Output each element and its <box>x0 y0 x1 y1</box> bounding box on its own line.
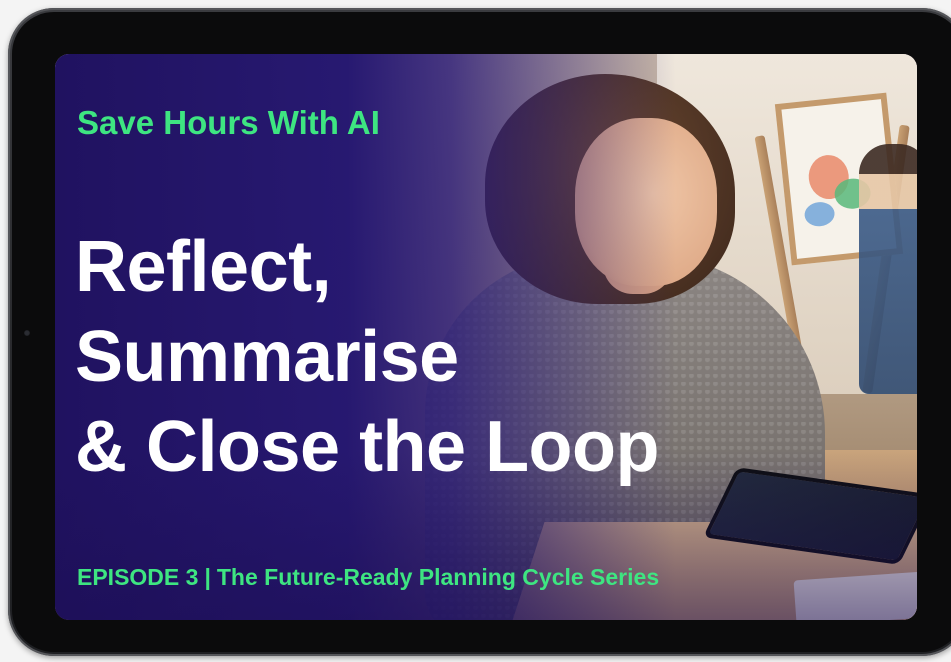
headline-line-1: Reflect, <box>75 227 332 307</box>
series-title: The Future-Ready Planning Cycle Series <box>216 564 660 590</box>
headline-line-3: & Close the Loop <box>75 407 660 487</box>
front-camera-icon <box>24 330 30 336</box>
caption-separator: | <box>204 564 211 590</box>
episode-caption: EPISODE 3 | The Future-Ready Planning Cycl… <box>77 564 659 591</box>
kicker-text: Save Hours With AI <box>77 104 380 141</box>
headline-line-2: Summarise <box>75 317 459 397</box>
headline: Reflect, Summarise & Close the Loop <box>75 222 660 492</box>
episode-label: EPISODE 3 <box>77 564 199 590</box>
tablet-screen: Save Hours With AI Reflect, Summarise & … <box>55 54 917 620</box>
